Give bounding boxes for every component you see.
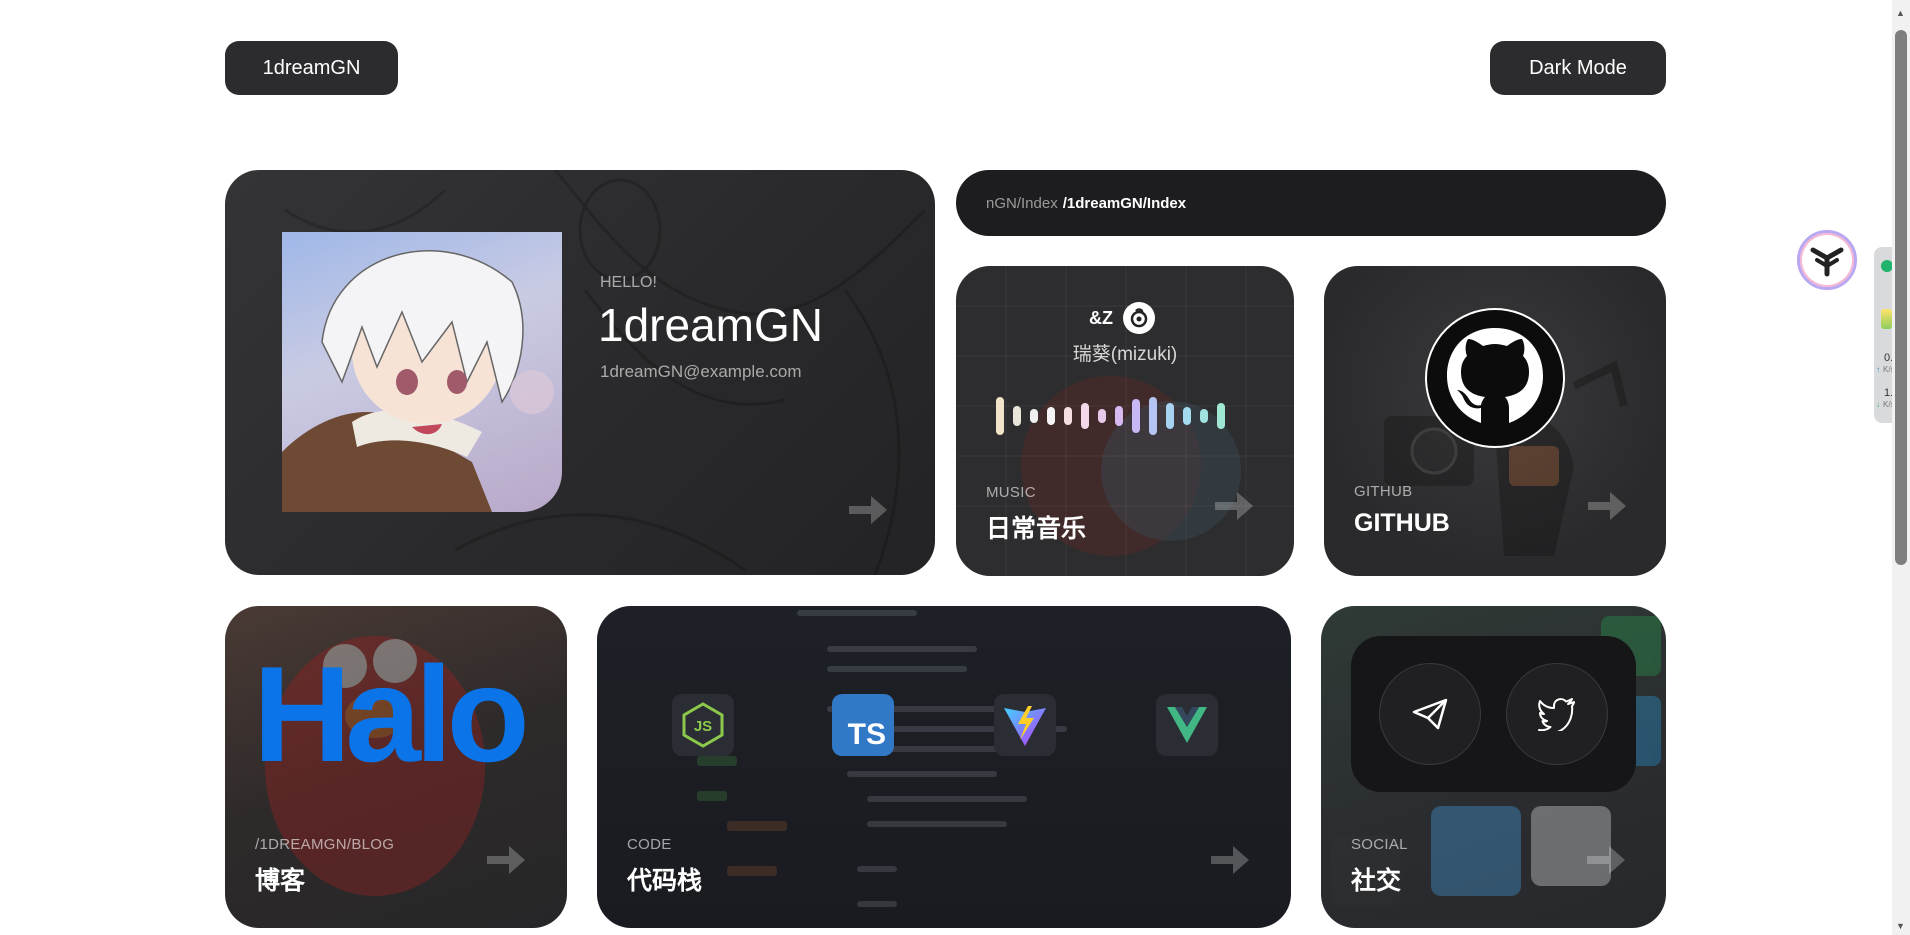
scroll-down-icon[interactable]: ▼ <box>1896 921 1905 931</box>
assistant-floating-button[interactable] <box>1797 230 1857 290</box>
assistant-logo-icon <box>1810 247 1844 277</box>
typescript-icon[interactable]: TS <box>832 694 894 756</box>
typescript-icon-text: TS <box>847 718 886 751</box>
arrow-right-icon <box>487 846 525 874</box>
netease-music-icon[interactable] <box>1123 302 1155 334</box>
telegram-button[interactable] <box>1379 663 1481 765</box>
arrow-right-icon <box>849 496 887 524</box>
blog-card[interactable]: Halo /1DREAMGN/BLOG 博客 <box>225 606 567 928</box>
network-speed-widget[interactable]: 0.6 ↑ K/s 1.7 ↓ K/s <box>1874 247 1899 423</box>
audio-waveform <box>996 397 1225 435</box>
avatar <box>282 232 562 512</box>
github-octocat-icon <box>1425 308 1565 448</box>
telegram-icon <box>1412 698 1448 730</box>
nodejs-icon[interactable]: JS <box>672 694 734 756</box>
music-card[interactable]: &Z 瑞葵(mizuki) MUSIC 日常音乐 <box>956 266 1294 576</box>
arrow-right-icon <box>1587 846 1625 874</box>
arrow-right-icon <box>1588 492 1626 520</box>
upload-arrow-icon: ↑ <box>1876 365 1880 374</box>
vue-icon[interactable] <box>1156 694 1218 756</box>
social-card[interactable]: SOCIAL 社交 <box>1321 606 1666 928</box>
nodejs-icon-text: JS <box>694 718 712 735</box>
page: 1dreamGN Dark Mode HELLO! 1dreamGN 1drea… <box>0 0 1910 935</box>
profile-email: 1dreamGN@example.com <box>600 362 802 381</box>
code-small-label: CODE <box>627 836 672 853</box>
brand-label: 1dreamGN <box>262 56 361 79</box>
battery-icon <box>1881 309 1892 329</box>
twitter-icon <box>1538 698 1575 731</box>
profile-card[interactable]: HELLO! 1dreamGN 1dreamGN@example.com <box>225 170 935 575</box>
blog-small-label: /1DREAMGN/BLOG <box>255 836 395 853</box>
social-small-label: SOCIAL <box>1351 836 1408 853</box>
scrollbar-track[interactable]: ▲ ▼ <box>1892 0 1910 935</box>
dark-mode-label: Dark Mode <box>1529 56 1627 79</box>
social-panel <box>1351 636 1636 792</box>
scroll-up-icon[interactable]: ▲ <box>1896 8 1905 18</box>
download-arrow-icon: ↓ <box>1876 400 1880 409</box>
github-title: GITHUB <box>1354 509 1450 537</box>
music-artist: &Z <box>1089 308 1113 328</box>
music-song: 瑞葵(mizuki) <box>1072 344 1178 365</box>
profile-name: 1dreamGN <box>598 299 823 351</box>
dark-mode-button[interactable]: Dark Mode <box>1490 41 1666 95</box>
path-current: /1dreamGN/Index <box>1062 194 1187 212</box>
code-card[interactable]: JS TS CODE 代码栈 <box>597 606 1291 928</box>
path-faded: nGN/Index <box>986 194 1058 212</box>
arrow-right-icon <box>1215 492 1253 520</box>
music-small-label: MUSIC <box>986 484 1036 501</box>
halo-logo: Halo <box>253 638 530 790</box>
twitter-button[interactable] <box>1506 663 1608 765</box>
greeting-text: HELLO! <box>600 274 657 291</box>
scrollbar-thumb[interactable] <box>1895 30 1907 565</box>
github-small-label: GITHUB <box>1354 483 1413 500</box>
blog-title: 博客 <box>255 867 306 895</box>
arrow-right-icon <box>1211 846 1249 874</box>
path-bar[interactable]: nGN/Index /1dreamGN/Index <box>956 170 1666 236</box>
vite-icon[interactable] <box>994 694 1056 756</box>
social-title: 社交 <box>1351 867 1402 895</box>
music-title: 日常音乐 <box>986 515 1087 543</box>
github-card[interactable]: GITHUB GITHUB <box>1324 266 1666 576</box>
code-title: 代码栈 <box>627 867 703 895</box>
brand-button[interactable]: 1dreamGN <box>225 41 398 95</box>
